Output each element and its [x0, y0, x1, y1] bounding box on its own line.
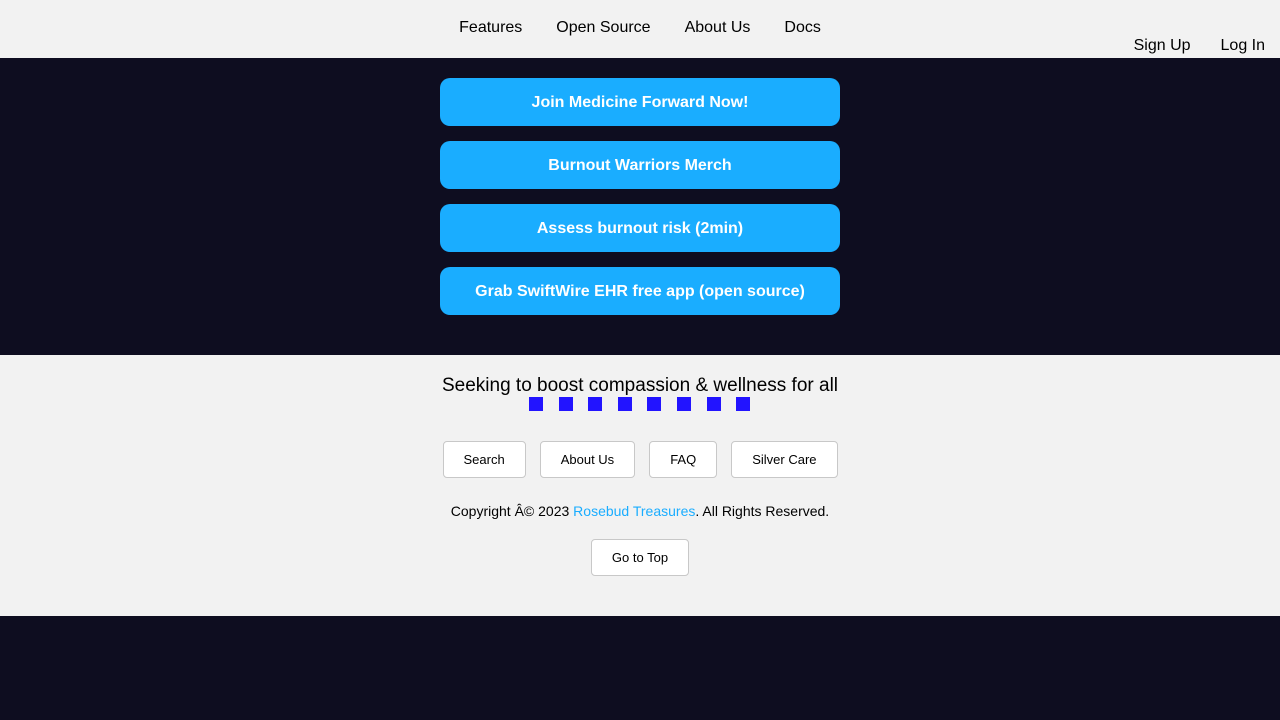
cta-list: Join Medicine Forward Now! Burnout Warri…	[440, 78, 840, 330]
footer-tagline: Seeking to boost compassion & wellness f…	[441, 375, 839, 396]
go-top-wrap: Go to Top	[0, 539, 1280, 576]
footer-about-us-button[interactable]: About Us	[539, 441, 636, 478]
square-dot-icon	[706, 397, 721, 411]
brand-link[interactable]: Rosebud Treasures	[573, 503, 695, 519]
join-medicine-forward-button[interactable]: Join Medicine Forward Now!	[440, 78, 840, 126]
top-navbar: Features Open Source About Us Docs Sign …	[0, 0, 1280, 58]
nav-docs-link[interactable]: Docs	[767, 18, 837, 38]
auth-nav: Sign Up Log In	[1119, 36, 1280, 56]
square-dot-icon	[588, 397, 603, 411]
square-dot-icon	[617, 397, 632, 411]
footer: Seeking to boost compassion & wellness f…	[0, 355, 1280, 616]
copyright-prefix: Copyright Â© 2023	[450, 503, 574, 519]
sign-up-link[interactable]: Sign Up	[1119, 36, 1206, 56]
main-nav: Features Open Source About Us Docs	[0, 18, 1280, 38]
square-dot-icon	[736, 397, 751, 411]
square-dot-icon	[676, 397, 691, 411]
nav-features-link[interactable]: Features	[442, 18, 539, 38]
square-dot-icon	[647, 397, 662, 411]
footer-search-button[interactable]: Search	[442, 441, 526, 478]
copyright-text: Copyright Â© 2023 Rosebud Treasures. All…	[0, 503, 1280, 519]
burnout-warriors-merch-button[interactable]: Burnout Warriors Merch	[440, 141, 840, 189]
assess-burnout-risk-button[interactable]: Assess burnout risk (2min)	[440, 204, 840, 252]
copyright-suffix: . All Rights Reserved.	[695, 503, 830, 519]
decorative-dots	[529, 397, 766, 411]
square-dot-icon	[529, 397, 543, 411]
square-dot-icon	[558, 397, 573, 411]
footer-links: Search About Us FAQ Silver Care	[0, 441, 1280, 478]
nav-open-source-link[interactable]: Open Source	[539, 18, 667, 38]
go-to-top-button[interactable]: Go to Top	[590, 539, 690, 576]
nav-about-us-link[interactable]: About Us	[668, 18, 768, 38]
footer-faq-button[interactable]: FAQ	[649, 441, 718, 478]
log-in-link[interactable]: Log In	[1206, 36, 1280, 56]
hero-section: Join Medicine Forward Now! Burnout Warri…	[0, 58, 1280, 355]
footer-silver-care-button[interactable]: Silver Care	[731, 441, 838, 478]
grab-swiftwire-ehr-button[interactable]: Grab SwiftWire EHR free app (open source…	[440, 267, 840, 315]
